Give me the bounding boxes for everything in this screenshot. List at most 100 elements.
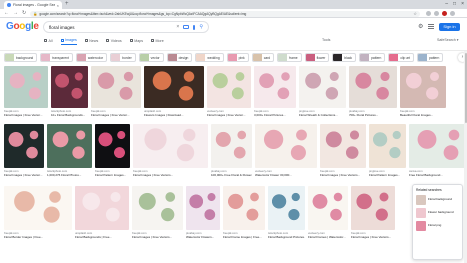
tab-videos[interactable]: Videos <box>106 39 122 45</box>
sign-in-button[interactable]: Sign in <box>439 23 460 31</box>
bookmark-star-icon[interactable]: ☆ <box>413 11 417 16</box>
image-caption[interactable]: Floral Images | Free Vector... <box>207 113 251 117</box>
image-thumbnail[interactable] <box>95 124 130 168</box>
image-result[interactable]: unsplash.com Floral Backgrounds | Free... <box>75 186 129 239</box>
image-result[interactable]: freepik.com Floral Pattern Images... <box>95 124 130 177</box>
image-thumbnail[interactable] <box>211 124 252 168</box>
image-thumbnail[interactable] <box>4 66 48 108</box>
image-result[interactable]: freepik.com Floral Images | Free Vectors.… <box>351 186 395 239</box>
image-result[interactable]: vecteezy.com Floral Frames | Watercolor..… <box>308 186 348 239</box>
tab-close-icon[interactable]: × <box>57 3 59 8</box>
url-field[interactable]: 🔒 google.com/search?q=floral+images&tbm=… <box>30 10 420 17</box>
image-result[interactable]: freepik.com Floral Border Images | Free..… <box>4 186 72 239</box>
image-result[interactable]: istockphoto.com 10+ Floral Backgrounds... <box>51 66 88 117</box>
scrollbar-thumb[interactable] <box>464 53 467 123</box>
image-caption[interactable]: Floral Images | Free Vectors... <box>133 173 208 177</box>
image-result[interactable]: freepik.com Floral Images | Free Vector..… <box>4 66 48 117</box>
image-result[interactable]: pixabay.com 700+ Floral Pictures... <box>349 66 397 117</box>
chip[interactable]: card <box>251 53 275 62</box>
close-window-button[interactable]: × <box>461 1 464 8</box>
image-thumbnail[interactable] <box>4 124 44 168</box>
related-search-item[interactable]: Flower background <box>416 208 459 218</box>
image-result[interactable]: freepik.com Floral Images | Free Vectors.… <box>133 124 208 177</box>
maximize-button[interactable]: □ <box>453 1 456 8</box>
image-thumbnail[interactable] <box>207 66 251 108</box>
image-result[interactable]: pixabay.com 100,000+ Free Floral & Flower… <box>211 124 252 177</box>
image-caption[interactable]: Floral Wreath & Collections... <box>299 113 346 117</box>
image-thumbnail[interactable] <box>255 124 317 168</box>
image-thumbnail[interactable] <box>47 124 92 168</box>
image-thumbnail[interactable] <box>369 124 406 168</box>
image-caption[interactable]: Floral Frames | Watercolor... <box>308 235 348 239</box>
image-thumbnail[interactable] <box>320 124 366 168</box>
chip[interactable]: clip art <box>388 53 415 62</box>
image-caption[interactable]: Floral Images | Free Vectors... <box>320 173 366 177</box>
image-result[interactable]: freepik.com Beautiful Floral Images... <box>400 66 446 117</box>
tab-maps[interactable]: Maps <box>129 39 143 45</box>
chip[interactable]: watercolor <box>75 53 108 62</box>
image-caption[interactable]: Flowers Images | Download... <box>144 113 204 117</box>
reload-icon[interactable]: ↻ <box>22 10 26 17</box>
tab-more[interactable]: More <box>151 39 164 45</box>
image-thumbnail[interactable] <box>299 66 346 108</box>
microphone-icon[interactable] <box>193 24 196 30</box>
image-caption[interactable]: Floral Images | Free Vector... <box>91 113 141 117</box>
image-thumbnail[interactable] <box>91 66 141 108</box>
chip[interactable]: background <box>4 53 38 62</box>
image-thumbnail[interactable] <box>223 186 265 230</box>
image-thumbnail[interactable] <box>51 66 88 108</box>
chip[interactable]: flower <box>304 53 330 62</box>
image-caption[interactable]: Floral Images | Free Vector... <box>4 113 48 117</box>
image-thumbnail[interactable] <box>308 186 348 230</box>
image-caption[interactable]: Beautiful Floral Images... <box>400 113 446 117</box>
google-logo[interactable]: Google <box>6 22 39 32</box>
image-caption[interactable]: Floral Pattern Images... <box>95 173 130 177</box>
image-caption[interactable]: 3,000+ Floral Pictures... <box>254 113 296 117</box>
image-result[interactable]: freepik.com Floral Images | Free Vector..… <box>4 124 44 177</box>
chip[interactable]: pattern <box>417 53 444 62</box>
image-caption[interactable]: Floral Background Pictures... <box>268 235 305 239</box>
chip[interactable]: vector <box>138 53 164 62</box>
chip[interactable]: pink <box>226 53 249 62</box>
apps-grid-icon[interactable] <box>428 24 434 30</box>
image-thumbnail[interactable] <box>133 124 208 168</box>
image-thumbnail[interactable] <box>132 186 183 230</box>
image-caption[interactable]: Floral Images | Free Vectors... <box>132 235 183 239</box>
chip[interactable]: design <box>166 53 193 62</box>
tab-news[interactable]: News <box>84 39 98 45</box>
image-caption[interactable]: Floral Frame Images | Free... <box>223 235 265 239</box>
tools-button[interactable]: Tools <box>322 38 330 42</box>
image-result[interactable]: istockphoto.com 1,000,276 Floral Photos..… <box>47 124 92 177</box>
profile-avatar-icon[interactable] <box>442 11 447 16</box>
image-result[interactable]: freepik.com Floral Images | Free Vectors.… <box>132 186 183 239</box>
image-caption[interactable]: Floral Images | Free Vector... <box>4 173 44 177</box>
new-tab-button[interactable]: + <box>65 1 69 8</box>
settings-gear-icon[interactable]: ⚙ <box>418 24 423 30</box>
url-text[interactable]: google.com/search?q=floral+images&tbm=is… <box>39 12 411 16</box>
image-caption[interactable]: Floral Images | Free Vectors... <box>351 235 395 239</box>
safesearch-button[interactable]: SafeSearch ▾ <box>437 38 459 42</box>
image-thumbnail[interactable] <box>349 66 397 108</box>
image-result[interactable]: istockphoto.com Floral Background Picture… <box>268 186 305 239</box>
browser-tab[interactable]: Floral images - Google Search × <box>4 1 62 9</box>
image-caption[interactable]: 700+ Floral Pictures... <box>349 113 397 117</box>
related-search-item[interactable]: Floral png <box>416 221 459 231</box>
chip[interactable]: black <box>332 53 357 62</box>
forward-icon[interactable]: → <box>13 10 18 17</box>
chip[interactable]: pattern <box>359 53 386 62</box>
extension-icon[interactable] <box>426 11 431 16</box>
image-result[interactable]: freepik.com Floral Images | Free Vector..… <box>91 66 141 117</box>
back-icon[interactable]: ← <box>4 10 9 17</box>
image-caption[interactable]: Floral Pattern Images... <box>369 173 406 177</box>
tab-all[interactable]: All <box>44 39 53 45</box>
minimize-button[interactable]: – <box>445 1 448 8</box>
image-result[interactable]: vecteezy.com Floral Images | Free Vector.… <box>207 66 251 117</box>
image-thumbnail[interactable] <box>409 124 467 168</box>
image-thumbnail[interactable] <box>268 186 305 230</box>
image-caption[interactable]: Watercolor Flower 30,000... <box>255 173 317 177</box>
chip[interactable]: border <box>110 53 136 62</box>
image-caption[interactable]: Free Floral Background... <box>409 173 467 177</box>
tab-images[interactable]: Images <box>60 38 77 45</box>
chip[interactable]: transparent <box>40 53 73 62</box>
image-result[interactable]: vecteezy.com Watercolor Flower 30,000... <box>255 124 317 177</box>
